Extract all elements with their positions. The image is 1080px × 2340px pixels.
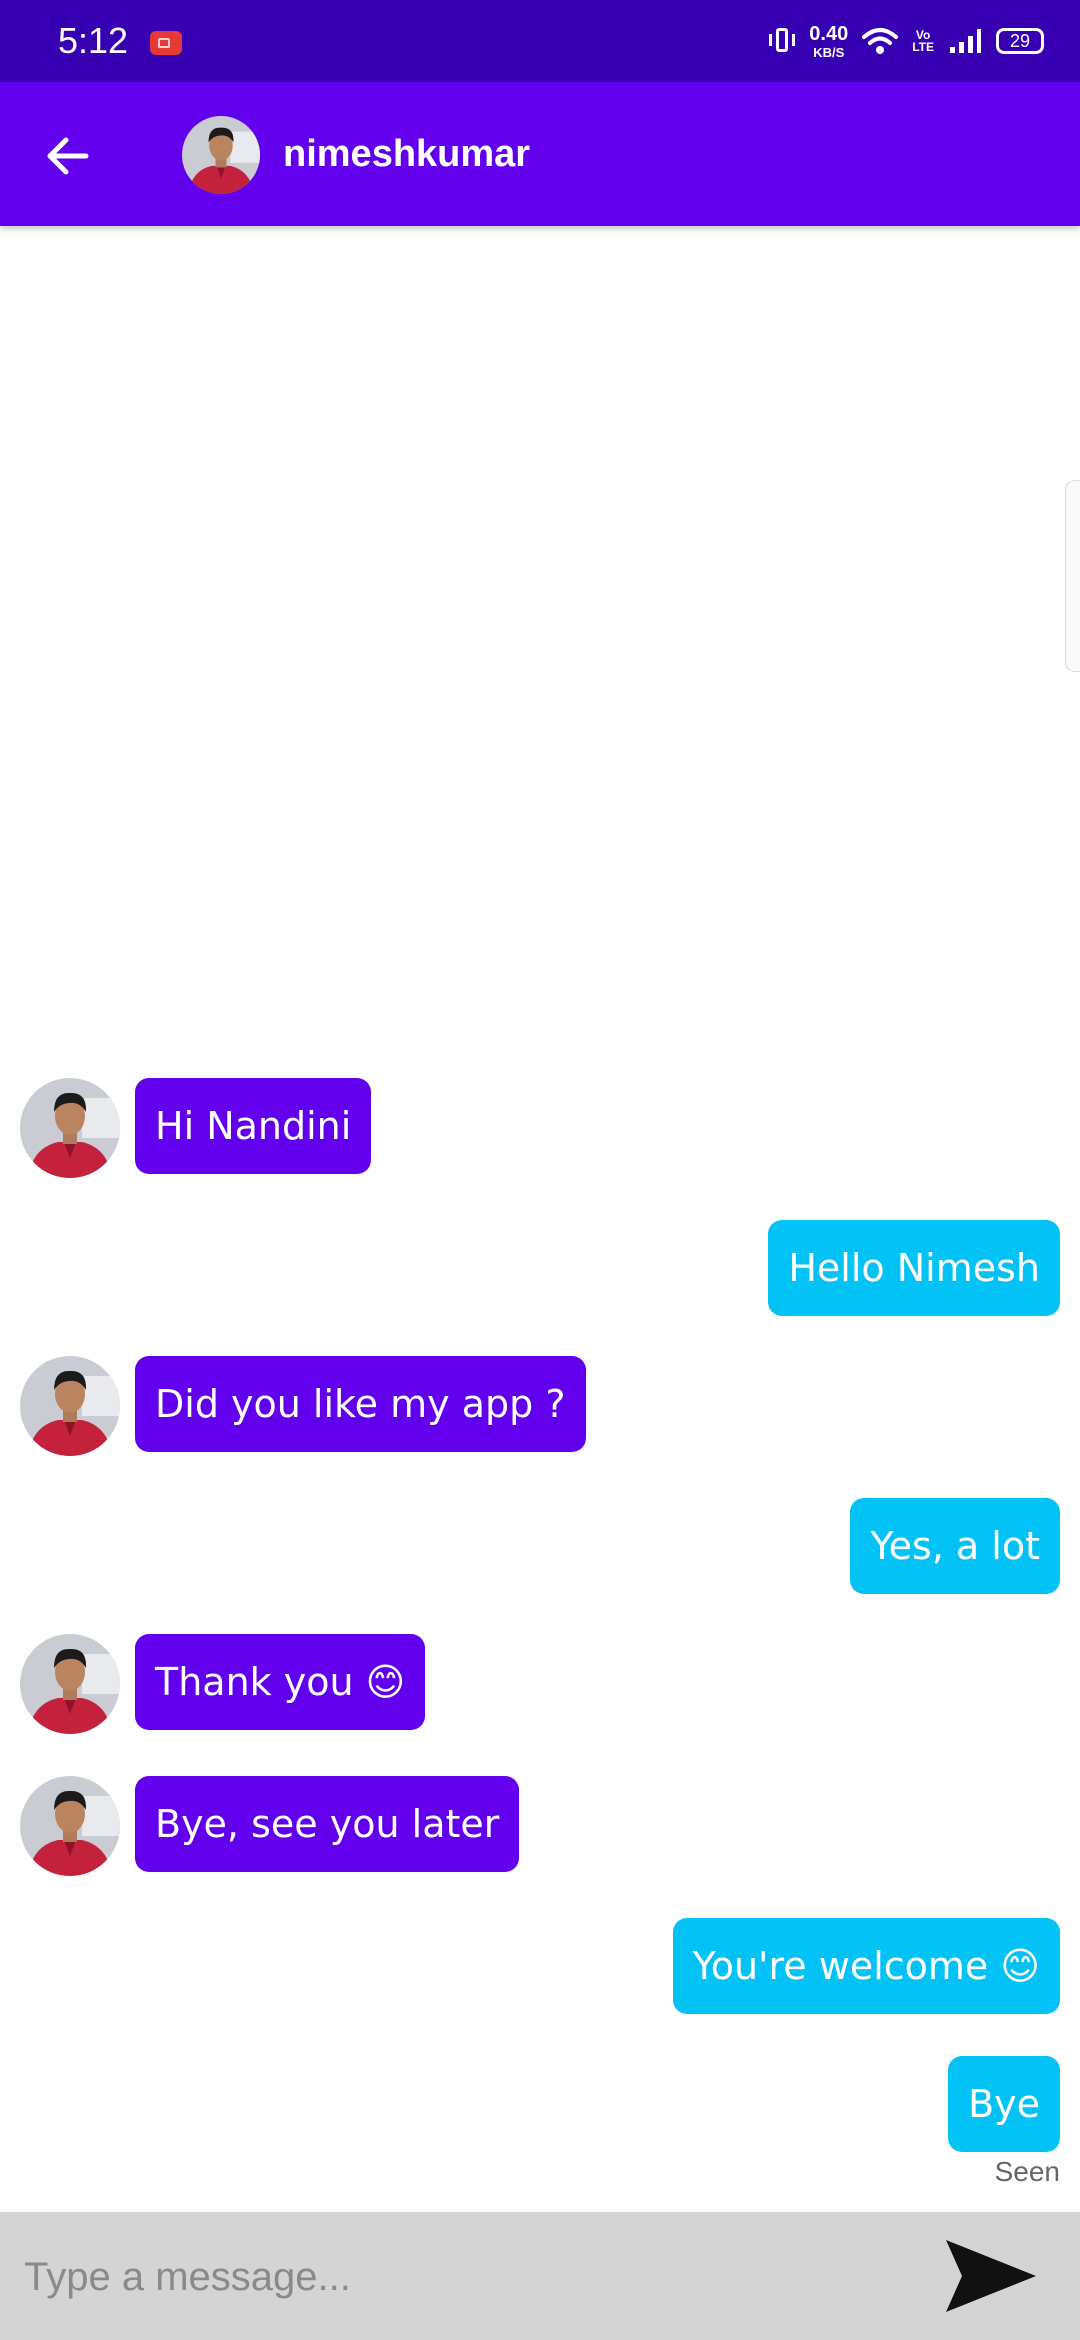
outgoing-message-bubble[interactable]: Yes, a lot (850, 1498, 1060, 1594)
vibrate-icon (769, 26, 796, 56)
signal-icon (950, 29, 981, 53)
incoming-message-bubble[interactable]: Bye, see you later (135, 1776, 520, 1872)
message-row: Did you like my app ? (0, 1356, 1080, 1456)
outgoing-message-bubble[interactable]: Hello Nimesh (768, 1220, 1060, 1316)
incoming-message-bubble[interactable]: Did you like my app ? (135, 1356, 586, 1452)
back-arrow-icon[interactable] (46, 134, 90, 178)
network-speed: 0.40 KB/S (809, 24, 848, 59)
battery-indicator: 29 (996, 28, 1044, 54)
volte-bottom: LTE (912, 40, 934, 54)
scroll-indicator (1065, 480, 1080, 672)
network-speed-value: 0.40 (809, 22, 849, 45)
incoming-message-bubble[interactable]: Hi Nandini (135, 1078, 372, 1174)
person-avatar-icon (20, 1078, 120, 1178)
outgoing-message-bubble[interactable]: Bye (948, 2056, 1060, 2152)
message-composer (0, 2212, 1080, 2340)
person-avatar-icon (20, 1356, 120, 1456)
contact-name[interactable]: nimeshkumar (283, 82, 530, 226)
sender-avatar[interactable] (20, 1356, 120, 1456)
message-row: Hello Nimesh (0, 1220, 1080, 1320)
person-avatar-icon (182, 116, 260, 194)
sender-avatar[interactable] (20, 1634, 120, 1734)
volte-indicator: Vo LTE (912, 29, 934, 53)
message-row: Bye, see you later (0, 1776, 1080, 1876)
message-row: Hi Nandini (0, 1078, 1080, 1178)
network-speed-unit: KB/S (813, 44, 845, 60)
contact-avatar[interactable] (182, 116, 260, 194)
seen-status: Seen (994, 2156, 1060, 2187)
wifi-icon (862, 28, 899, 54)
message-row: Bye (0, 2056, 1080, 2156)
person-avatar-icon (20, 1776, 120, 1876)
screen-record-icon (150, 31, 182, 55)
message-input[interactable] (22, 2230, 906, 2324)
send-button[interactable] (940, 2234, 1040, 2318)
person-avatar-icon (20, 1634, 120, 1734)
send-icon (946, 2240, 1036, 2312)
incoming-message-bubble[interactable]: Thank you 😊 (135, 1634, 426, 1730)
status-bar: 5:12 0.40 KB/S Vo LTE 29 (0, 0, 1080, 82)
outgoing-message-bubble[interactable]: You're welcome 😊 (672, 1918, 1060, 2014)
status-icons: 0.40 KB/S Vo LTE 29 (769, 0, 1044, 82)
status-time: 5:12 (58, 20, 129, 61)
chat-header: nimeshkumar (0, 82, 1080, 226)
sender-avatar[interactable] (20, 1776, 120, 1876)
message-row: Thank you 😊 (0, 1634, 1080, 1734)
message-row: You're welcome 😊 (0, 1918, 1080, 2018)
sender-avatar[interactable] (20, 1078, 120, 1178)
message-row: Yes, a lot (0, 1498, 1080, 1598)
